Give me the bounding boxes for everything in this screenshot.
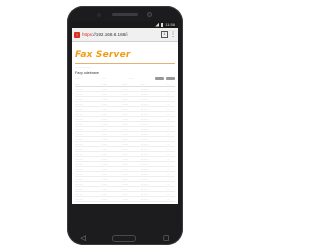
- section-title: Faxy odebrane: [75, 71, 99, 75]
- status-time: 11:56: [165, 22, 175, 27]
- url-host: ://192.168.8.168/i: [91, 32, 128, 37]
- tabs-icon[interactable]: 1: [161, 31, 168, 38]
- filter-label: ······: [101, 77, 107, 80]
- android-nav-bar: ◁ ▢: [67, 231, 183, 245]
- browser-toolbar: ! https://192.168.8.168/i 1 ⋮: [72, 28, 178, 42]
- front-camera: [147, 12, 152, 17]
- table-cell: ·······: [122, 201, 141, 204]
- proximity-sensor: [97, 13, 101, 17]
- warning-icon[interactable]: !: [74, 31, 80, 38]
- table-body: ·········· ········ ······· ·········· ··· ··…: [75, 86, 175, 204]
- page-content: Fax Server ···· ··· ···· ······ Faxy ode…: [72, 42, 178, 204]
- signal-icon: [155, 22, 160, 27]
- status-bar: 11:56: [72, 21, 178, 28]
- filter-bar: ······ ······ ······: [75, 77, 175, 80]
- phone-frame: 11:56 ! https://192.168.8.168/i 1 ⋮ Fax …: [67, 6, 183, 245]
- speaker-grille: [112, 13, 138, 16]
- url-bar[interactable]: https://192.168.8.168/i: [82, 32, 159, 37]
- divider: [75, 63, 175, 64]
- home-icon[interactable]: [112, 234, 137, 242]
- fax-table: ····· ······· ······ ····· ·· ··········…: [75, 82, 175, 204]
- table-cell: ··········: [75, 201, 102, 204]
- filter-button[interactable]: [154, 77, 164, 80]
- menu-icon[interactable]: ⋮: [170, 32, 176, 38]
- row-link[interactable]: ···: [167, 201, 175, 204]
- battery-icon: [161, 22, 164, 27]
- page-title[interactable]: Fax Server: [75, 50, 131, 60]
- url-scheme: https: [82, 32, 92, 37]
- back-icon[interactable]: ◁: [80, 235, 85, 242]
- page-subtitle: ···· ··· ···· ······: [75, 66, 92, 69]
- table-cell: ··········: [140, 201, 168, 204]
- reset-button[interactable]: [165, 77, 175, 80]
- top-links[interactable]: ···· ···· ····: [169, 29, 180, 32]
- recents-icon[interactable]: ▢: [163, 235, 170, 242]
- screen: 11:56 ! https://192.168.8.168/i 1 ⋮ Fax …: [72, 21, 178, 204]
- filter-buttons: [154, 77, 175, 80]
- table-row[interactable]: ·········· ········ ······· ·········· ···: [75, 201, 175, 204]
- table-cell: ········: [101, 201, 123, 204]
- filter-label: ······: [75, 77, 80, 80]
- filter-label: ······: [128, 77, 134, 80]
